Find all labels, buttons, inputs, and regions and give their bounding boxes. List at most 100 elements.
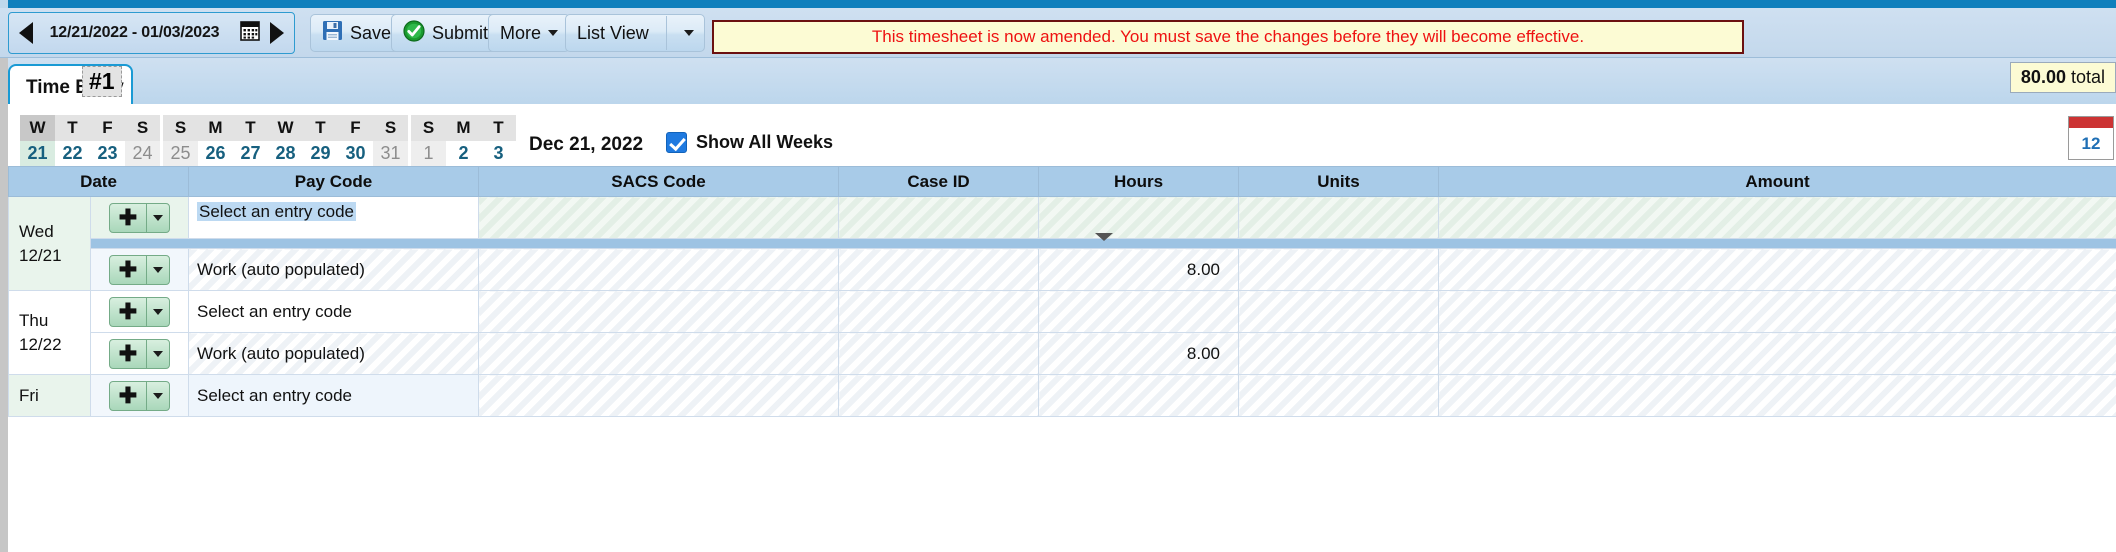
add-entry-button[interactable]: ✚ bbox=[109, 254, 170, 285]
chevron-down-icon[interactable] bbox=[147, 392, 169, 399]
week-group-2-dow-row: S M T W T F S bbox=[163, 115, 408, 141]
chevron-down-icon[interactable] bbox=[147, 308, 169, 315]
hours-cell[interactable] bbox=[1038, 374, 1240, 417]
day-cell[interactable]: 30 bbox=[338, 141, 373, 168]
list-view-button[interactable]: List View bbox=[565, 14, 705, 52]
chevron-down-icon[interactable] bbox=[1094, 233, 1113, 241]
pay-code-cell[interactable]: Work (auto populated) bbox=[188, 332, 480, 375]
dow-cell: S bbox=[373, 115, 408, 141]
row-splitter[interactable] bbox=[9, 233, 2116, 249]
tab-index-badge: #1 bbox=[82, 66, 122, 97]
chevron-down-icon[interactable] bbox=[147, 266, 169, 273]
week-group-2-day-row: 25 26 27 28 29 30 31 bbox=[163, 141, 408, 168]
sacs-code-cell[interactable] bbox=[478, 374, 840, 417]
add-entry-button[interactable]: ✚ bbox=[109, 296, 170, 327]
plus-icon: ✚ bbox=[118, 382, 138, 408]
case-id-cell[interactable] bbox=[838, 374, 1040, 417]
sacs-code-cell[interactable] bbox=[478, 248, 840, 291]
column-header-case-id: Case ID bbox=[838, 166, 1040, 197]
row-splitter-handle[interactable] bbox=[91, 233, 2116, 248]
case-id-cell[interactable] bbox=[838, 332, 1040, 375]
plus-icon: ✚ bbox=[118, 204, 138, 230]
timesheet-grid: Date Pay Code SACS Code Case ID Hours Un… bbox=[0, 166, 2116, 552]
day-cell[interactable]: 26 bbox=[198, 141, 233, 168]
triangle-right-icon[interactable] bbox=[270, 22, 284, 44]
amount-cell[interactable] bbox=[1438, 196, 2116, 239]
dow-cell: F bbox=[90, 115, 125, 141]
case-id-cell[interactable] bbox=[838, 196, 1040, 239]
triangle-left-icon[interactable] bbox=[19, 22, 33, 44]
chevron-down-icon[interactable] bbox=[147, 214, 169, 221]
units-cell[interactable] bbox=[1238, 374, 1440, 417]
pay-code-cell[interactable]: Select an entry code bbox=[188, 290, 480, 333]
amount-cell[interactable] bbox=[1438, 248, 2116, 291]
dow-cell: F bbox=[338, 115, 373, 141]
add-entry-button[interactable]: ✚ bbox=[109, 338, 170, 369]
add-entry-button[interactable]: ✚ bbox=[109, 380, 170, 411]
chevron-down-icon[interactable] bbox=[147, 350, 169, 357]
row-date-weekday: Wed bbox=[19, 221, 54, 241]
list-view-divider bbox=[665, 16, 667, 50]
case-id-cell[interactable] bbox=[838, 290, 1040, 333]
day-cell[interactable]: 25 bbox=[163, 141, 198, 168]
list-view-dropdown-toggle[interactable] bbox=[674, 30, 704, 36]
units-cell[interactable] bbox=[1238, 196, 1440, 239]
show-all-weeks-checkbox[interactable]: Show All Weeks bbox=[666, 132, 833, 153]
tab-strip: Time Entry bbox=[0, 58, 2116, 110]
units-cell[interactable] bbox=[1238, 248, 1440, 291]
case-id-cell[interactable] bbox=[838, 248, 1040, 291]
sacs-code-cell[interactable] bbox=[478, 196, 840, 239]
save-button[interactable]: Save bbox=[310, 14, 404, 52]
pay-code-input[interactable]: Select an entry code bbox=[188, 196, 480, 239]
day-cell[interactable]: 1 bbox=[411, 141, 446, 168]
day-cell[interactable]: 28 bbox=[268, 141, 303, 168]
amount-cell[interactable] bbox=[1438, 332, 2116, 375]
hours-cell[interactable] bbox=[1038, 290, 1240, 333]
row-splitter-bar[interactable] bbox=[90, 233, 2116, 249]
date-range-navigator[interactable]: 12/21/2022 - 01/03/2023 bbox=[8, 12, 295, 54]
timesheet-table: Date Pay Code SACS Code Case ID Hours Un… bbox=[7, 166, 2116, 417]
amount-cell[interactable] bbox=[1438, 374, 2116, 417]
checkbox-checked-icon[interactable] bbox=[666, 132, 687, 153]
units-cell[interactable] bbox=[1238, 290, 1440, 333]
day-cell[interactable]: 29 bbox=[303, 141, 338, 168]
sacs-code-cell[interactable] bbox=[478, 290, 840, 333]
more-button[interactable]: More bbox=[488, 14, 571, 52]
day-cell[interactable]: 31 bbox=[373, 141, 408, 168]
row-date-cell: Wed 12/21 bbox=[8, 196, 91, 291]
hours-cell[interactable]: 8.00 bbox=[1038, 248, 1240, 291]
amended-timesheet-warning: This timesheet is now amended. You must … bbox=[712, 20, 1744, 54]
column-header-pay-code: Pay Code bbox=[188, 166, 480, 197]
list-view-button-label: List View bbox=[577, 22, 649, 43]
pay-code-cell[interactable]: Select an entry code bbox=[188, 374, 480, 417]
add-entry-button[interactable]: ✚ bbox=[109, 202, 170, 233]
row-add-cell: ✚ bbox=[89, 248, 190, 291]
day-cell[interactable]: 24 bbox=[125, 141, 160, 168]
plus-icon: ✚ bbox=[118, 256, 138, 282]
sacs-code-cell[interactable] bbox=[478, 332, 840, 375]
submit-button[interactable]: Submit bbox=[391, 14, 501, 52]
day-cell[interactable]: 23 bbox=[90, 141, 125, 168]
calendar-icon[interactable]: 12 bbox=[2068, 116, 2114, 160]
total-hours-value: 80.00 bbox=[2020, 67, 2066, 87]
row-date-weekday: Fri bbox=[19, 385, 39, 405]
amount-cell[interactable] bbox=[1438, 290, 2116, 333]
units-cell[interactable] bbox=[1238, 332, 1440, 375]
pay-code-cell[interactable]: Work (auto populated) bbox=[188, 248, 480, 291]
left-gutter bbox=[0, 58, 8, 104]
column-header-amount: Amount bbox=[1438, 166, 2116, 197]
total-hours-badge: 80.00 total bbox=[2009, 62, 2116, 93]
day-cell[interactable]: 22 bbox=[55, 141, 90, 168]
hours-cell[interactable]: 8.00 bbox=[1038, 332, 1240, 375]
day-cell[interactable]: 27 bbox=[233, 141, 268, 168]
dow-cell: T bbox=[55, 115, 90, 141]
day-cell[interactable]: 21 bbox=[20, 141, 55, 168]
hours-cell[interactable] bbox=[1038, 196, 1240, 239]
week-group-3-day-row: 1 2 3 bbox=[411, 141, 516, 168]
column-header-hours: Hours bbox=[1038, 166, 1240, 197]
calendar-icon[interactable] bbox=[240, 20, 260, 46]
dow-cell: S bbox=[163, 115, 198, 141]
day-cell[interactable]: 2 bbox=[446, 141, 481, 168]
day-cell[interactable]: 3 bbox=[481, 141, 516, 168]
row-add-cell: ✚ bbox=[89, 290, 190, 333]
